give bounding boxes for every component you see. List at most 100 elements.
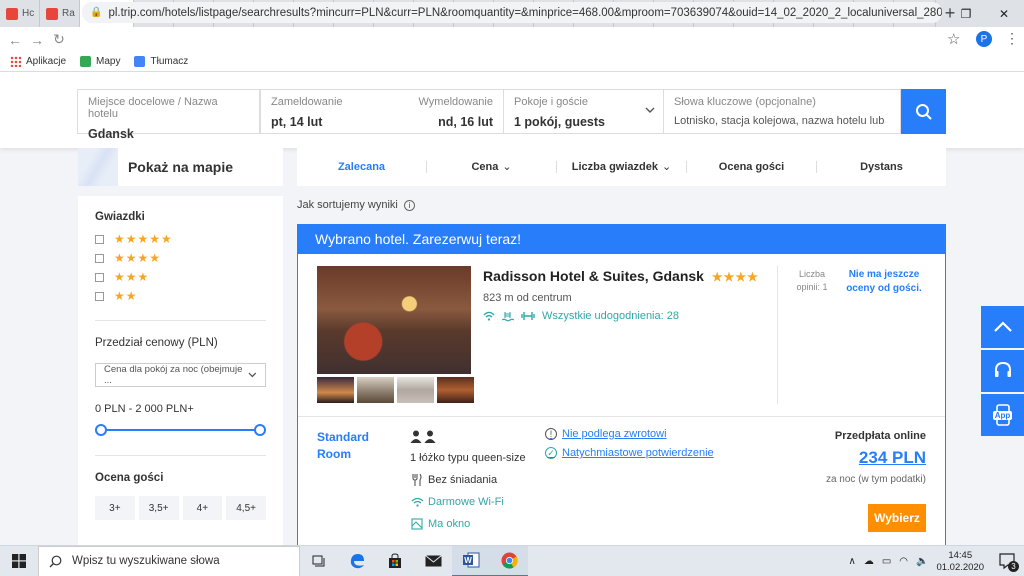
- price-range-text: 0 PLN - 2 000 PLN+: [95, 403, 194, 415]
- checkbox[interactable]: [95, 234, 104, 244]
- hotel-thumbnail[interactable]: [357, 377, 394, 403]
- browser-tab[interactable]: Hc: [0, 0, 40, 27]
- bed-row: 1 łóżko typu queen-size: [410, 450, 526, 466]
- amenities-link[interactable]: Wszystkie udogodnienia: 28: [483, 310, 679, 322]
- bookmark-star-icon[interactable]: ☆: [947, 30, 960, 48]
- star-filter-option[interactable]: ★★: [95, 289, 266, 303]
- bed-text: 1 łóżko typu queen-size: [410, 452, 526, 464]
- app-download-button[interactable]: App: [981, 394, 1024, 436]
- edge-browser-icon[interactable]: [338, 546, 376, 576]
- url-field[interactable]: 🔒 pl.trip.com/hotels/listpage/searchresu…: [82, 2, 942, 23]
- hotel-card[interactable]: Radisson Hotel & Suites, Gdansk ★★★★ 823…: [297, 254, 946, 556]
- hotel-thumbnail[interactable]: [437, 377, 474, 403]
- notification-center-icon[interactable]: 3: [998, 552, 1019, 572]
- star-filter-list: ★★★★★ ★★★★ ★★★ ★★: [95, 232, 266, 303]
- scroll-top-button[interactable]: [981, 306, 1024, 348]
- network-icon[interactable]: ◠: [899, 556, 908, 567]
- how-we-sort-text: Jak sortujemy wyniki: [297, 199, 398, 211]
- bookmark-apps[interactable]: Aplikacje: [10, 56, 66, 67]
- rating-option-button[interactable]: 3+: [95, 496, 135, 520]
- select-room-button[interactable]: Wybierz: [868, 504, 926, 532]
- reviews-count: Liczba opinii: 1: [796, 269, 828, 292]
- wifi-icon: [483, 311, 495, 321]
- checkbox[interactable]: [95, 253, 104, 263]
- sort-option[interactable]: Liczba gwiazdek ⌄: [557, 161, 687, 173]
- rating-option-button[interactable]: 4+: [182, 496, 223, 520]
- chevron-up-icon[interactable]: ∧: [848, 556, 855, 567]
- sort-option[interactable]: Cena ⌄: [427, 161, 557, 173]
- destination-field[interactable]: Miejsce docelowe / Nazwa hotelu Gdansk: [77, 89, 260, 141]
- clock-time: 14:45: [948, 549, 973, 561]
- sort-option[interactable]: Dystans: [817, 161, 946, 173]
- stars-filter-title: Gwiazdki: [95, 211, 145, 223]
- how-we-sort-link[interactable]: Jak sortujemy wyniki i: [297, 199, 415, 211]
- star-filter-option[interactable]: ★★★: [95, 270, 266, 284]
- map-decoration: [78, 148, 118, 186]
- search-button[interactable]: [901, 89, 946, 134]
- battery-icon[interactable]: ▭: [882, 556, 891, 567]
- clock[interactable]: 14:45 01.02.2020: [936, 550, 984, 574]
- dates-field[interactable]: Zameldowanie Wymeldowanie pt, 14 lut nd,…: [260, 89, 504, 134]
- slider-min-handle[interactable]: [95, 424, 107, 436]
- checkbox[interactable]: [95, 272, 104, 282]
- restore-button[interactable]: ❐: [946, 0, 986, 27]
- tab-favicon-icon: [46, 7, 58, 20]
- hotel-name: Radisson Hotel & Suites, Gdansk: [483, 268, 704, 284]
- show-on-map-button[interactable]: Pokaż na mapie: [78, 148, 283, 186]
- room-details: 1 łóżko typu queen-size Bez śniadania Da…: [410, 428, 526, 538]
- sort-option[interactable]: Ocena gości: [687, 161, 817, 173]
- checkin-value: pt, 14 lut: [271, 115, 323, 129]
- profile-avatar[interactable]: P: [976, 31, 992, 47]
- bookmarks-bar: Aplikacje Mapy Tłumacz: [0, 52, 1024, 72]
- search-header: Miejsce docelowe / Nazwa hotelu Gdansk Z…: [0, 72, 1024, 148]
- menu-kebab-icon[interactable]: ⋮: [1005, 30, 1019, 47]
- task-view-icon[interactable]: [300, 546, 338, 576]
- taskbar-search-input[interactable]: Wpisz tu wyszukiwane słowa: [38, 545, 300, 576]
- reload-icon[interactable]: ↻: [48, 31, 70, 48]
- bookmark-translate[interactable]: Tłumacz: [134, 56, 188, 67]
- sort-option[interactable]: Zalecana: [297, 161, 427, 173]
- close-window-button[interactable]: ✕: [984, 0, 1024, 27]
- chrome-icon[interactable]: [490, 545, 528, 576]
- price-basis-dropdown[interactable]: Cena dla pokój za noc (obejmuje ...: [95, 363, 266, 387]
- checkbox[interactable]: [95, 291, 104, 301]
- wifi-text: Darmowe Wi-Fi: [428, 496, 504, 508]
- price-slider[interactable]: [95, 423, 266, 437]
- rooms-guests-field[interactable]: Pokoje i goście 1 pokój, guests: [503, 89, 664, 134]
- rating-option-button[interactable]: 4,5+: [226, 496, 266, 520]
- store-icon[interactable]: [376, 546, 414, 576]
- instant-confirm-link[interactable]: ✓ Natychmiastowe potwierdzenie: [545, 447, 714, 459]
- star-filter-option[interactable]: ★★★★: [95, 251, 266, 265]
- amenities-text: Wszystkie udogodnienia: 28: [542, 310, 679, 322]
- hotel-main-photo[interactable]: [317, 266, 471, 374]
- checkout-value: nd, 16 lut: [438, 115, 493, 129]
- forward-icon[interactable]: →: [26, 32, 48, 48]
- mail-icon[interactable]: [414, 546, 452, 576]
- start-button[interactable]: [0, 546, 38, 576]
- wifi-icon: [410, 497, 424, 507]
- refund-policy-link[interactable]: ! Nie podlega zwrotowi: [545, 428, 714, 440]
- clock-date: 01.02.2020: [936, 561, 984, 573]
- rating-option-button[interactable]: 3,5+: [138, 496, 179, 520]
- price-amount[interactable]: 234 PLN: [826, 448, 926, 468]
- keywords-field[interactable]: Słowa kluczowe (opcjonalne) Lotnisko, st…: [663, 89, 901, 134]
- hotel-distance: 823 m od centrum: [483, 292, 572, 304]
- selected-hotel-banner: Wybrano hotel. Zarezerwuj teraz!: [297, 224, 946, 254]
- star-filter-option[interactable]: ★★★★★: [95, 232, 266, 246]
- check-circle-icon: ✓: [545, 447, 557, 459]
- browser-tab[interactable]: Ra: [40, 0, 80, 27]
- payment-type: Przedpłata online: [834, 430, 926, 442]
- sort-bar: Zalecana Cena ⌄ Liczba gwiazdek ⌄ Ocena gości…: [297, 148, 946, 186]
- room-name-link[interactable]: Standard Room: [317, 429, 397, 463]
- volume-icon[interactable]: 🔈: [916, 556, 928, 567]
- cloud-icon[interactable]: ☁: [864, 556, 874, 567]
- word-icon[interactable]: W: [452, 545, 490, 576]
- back-icon[interactable]: ←: [4, 32, 26, 48]
- hotel-thumbnail[interactable]: [397, 377, 434, 403]
- bookmark-maps[interactable]: Mapy: [80, 56, 120, 67]
- app-label: App: [992, 410, 1013, 420]
- slider-max-handle[interactable]: [254, 424, 266, 436]
- hotel-name-link[interactable]: Radisson Hotel & Suites, Gdansk ★★★★: [483, 268, 759, 284]
- customer-support-button[interactable]: [981, 350, 1024, 392]
- hotel-thumbnail[interactable]: [317, 377, 354, 403]
